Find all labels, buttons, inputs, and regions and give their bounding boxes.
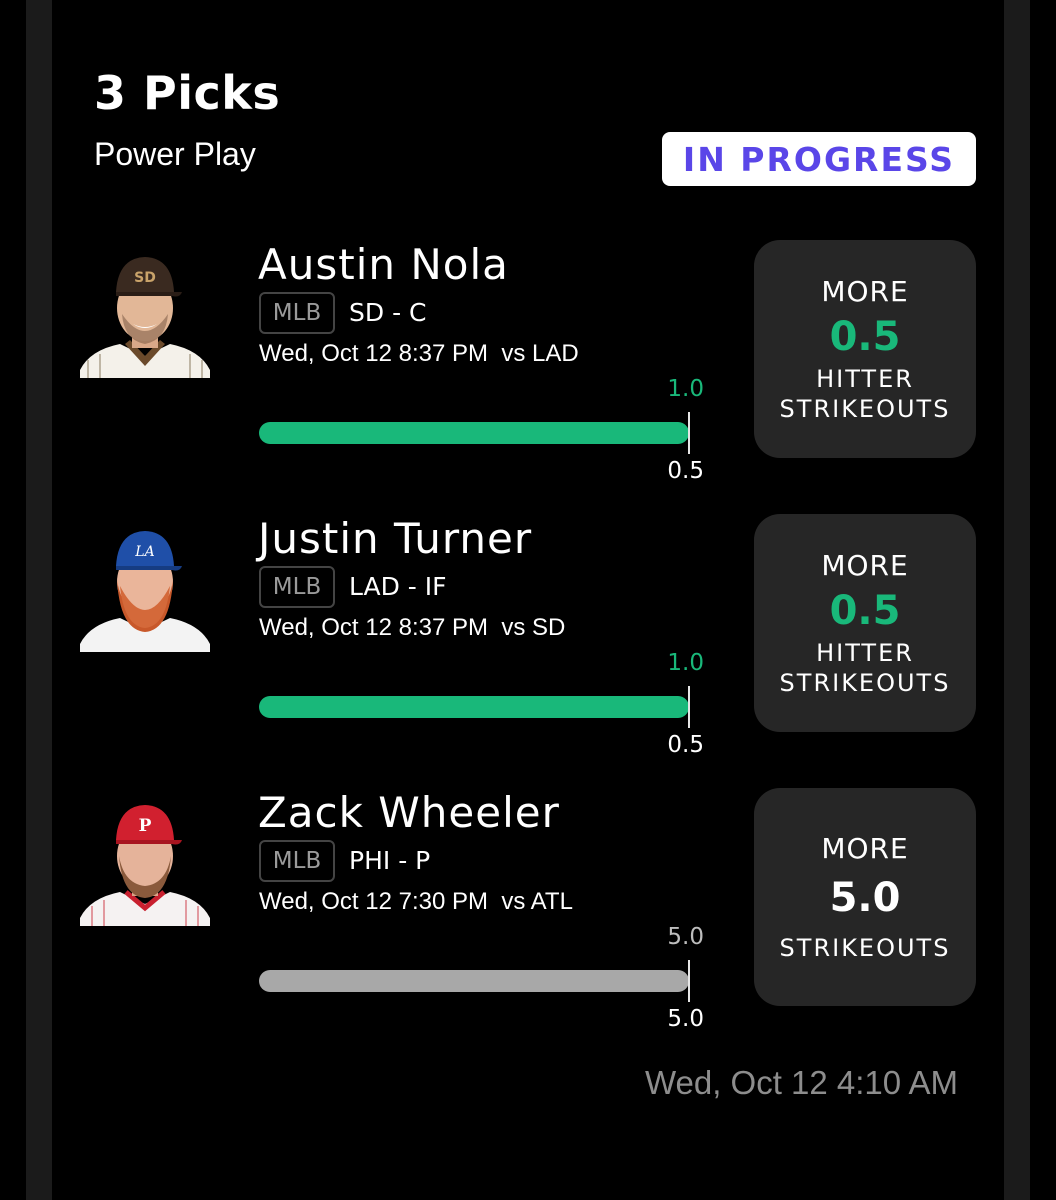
- projection-box[interactable]: MORE 5.0 STRIKEOUTS: [754, 788, 976, 1006]
- player-headshot-icon: SD: [80, 248, 210, 378]
- left-frame-edge: [26, 0, 52, 1200]
- game-info: Wed, Oct 12 8:37 PM vs SD: [259, 614, 566, 641]
- status-badge: IN PROGRESS: [662, 132, 976, 186]
- pick-row[interactable]: LA Justin Turner MLB LAD - IF Wed, Oct 1…: [52, 514, 1004, 788]
- projection-value: 5.0: [829, 874, 901, 921]
- team-position: PHI - P: [349, 846, 431, 875]
- right-frame-edge: [1004, 0, 1030, 1200]
- stat-type-line-2: STRIKEOUTS: [779, 933, 951, 962]
- player-headshot-icon: P: [80, 796, 210, 926]
- progress-current-value: 1.0: [667, 650, 704, 676]
- player-name: Austin Nola: [258, 240, 509, 289]
- pick-direction: MORE: [821, 274, 909, 308]
- player-name: Zack Wheeler: [258, 788, 560, 837]
- progress-current-value: 1.0: [667, 376, 704, 402]
- progress-current-value: 5.0: [667, 924, 704, 950]
- stat-type-line-2: STRIKEOUTS: [779, 394, 951, 423]
- pick-direction: MORE: [821, 548, 909, 582]
- pick-row[interactable]: SD Austin Nola MLB SD - C Wed, Oct 12 8:…: [52, 240, 1004, 514]
- projection-box[interactable]: MORE 0.5 HITTER STRIKEOUTS: [754, 514, 976, 732]
- progress-line-marker: [688, 960, 690, 1002]
- entry-card[interactable]: 3 Picks Power Play IN PROGRESS SD Austin…: [52, 0, 1004, 1200]
- progress-line-marker: [688, 686, 690, 728]
- entry-type: Power Play: [94, 136, 256, 172]
- projection-box[interactable]: MORE 0.5 HITTER STRIKEOUTS: [754, 240, 976, 458]
- league-badge: MLB: [259, 566, 335, 608]
- league-badge: MLB: [259, 292, 335, 334]
- pick-direction: MORE: [821, 831, 909, 865]
- pick-row[interactable]: P Zack Wheeler MLB PHI - P Wed, Oct 12 7…: [52, 788, 1004, 1062]
- team-position: SD - C: [349, 298, 427, 327]
- stat-type-line-2: STRIKEOUTS: [779, 668, 951, 697]
- progress-bar: [259, 696, 689, 718]
- player-name: Justin Turner: [258, 514, 533, 563]
- projection-value: 0.5: [829, 587, 901, 634]
- progress-line-value: 5.0: [667, 1006, 704, 1032]
- player-headshot-icon: LA: [80, 522, 210, 652]
- progress-line-marker: [688, 412, 690, 454]
- stat-type-line-1: HITTER: [816, 638, 914, 667]
- stat-type-line-1: HITTER: [816, 364, 914, 393]
- progress-bar: [259, 422, 689, 444]
- svg-text:SD: SD: [134, 270, 156, 286]
- svg-text:LA: LA: [134, 544, 154, 560]
- game-info: Wed, Oct 12 8:37 PM vs LAD: [259, 340, 579, 367]
- progress-line-value: 0.5: [667, 732, 704, 758]
- entry-timestamp: Wed, Oct 12 4:10 AM: [644, 1064, 958, 1101]
- progress-bar: [259, 970, 689, 992]
- league-badge: MLB: [259, 840, 335, 882]
- svg-text:P: P: [139, 816, 152, 836]
- progress-line-value: 0.5: [667, 458, 704, 484]
- game-info: Wed, Oct 12 7:30 PM vs ATL: [259, 888, 573, 915]
- team-position: LAD - IF: [349, 572, 447, 601]
- page-title: 3 Picks: [94, 66, 281, 120]
- projection-value: 0.5: [829, 313, 901, 360]
